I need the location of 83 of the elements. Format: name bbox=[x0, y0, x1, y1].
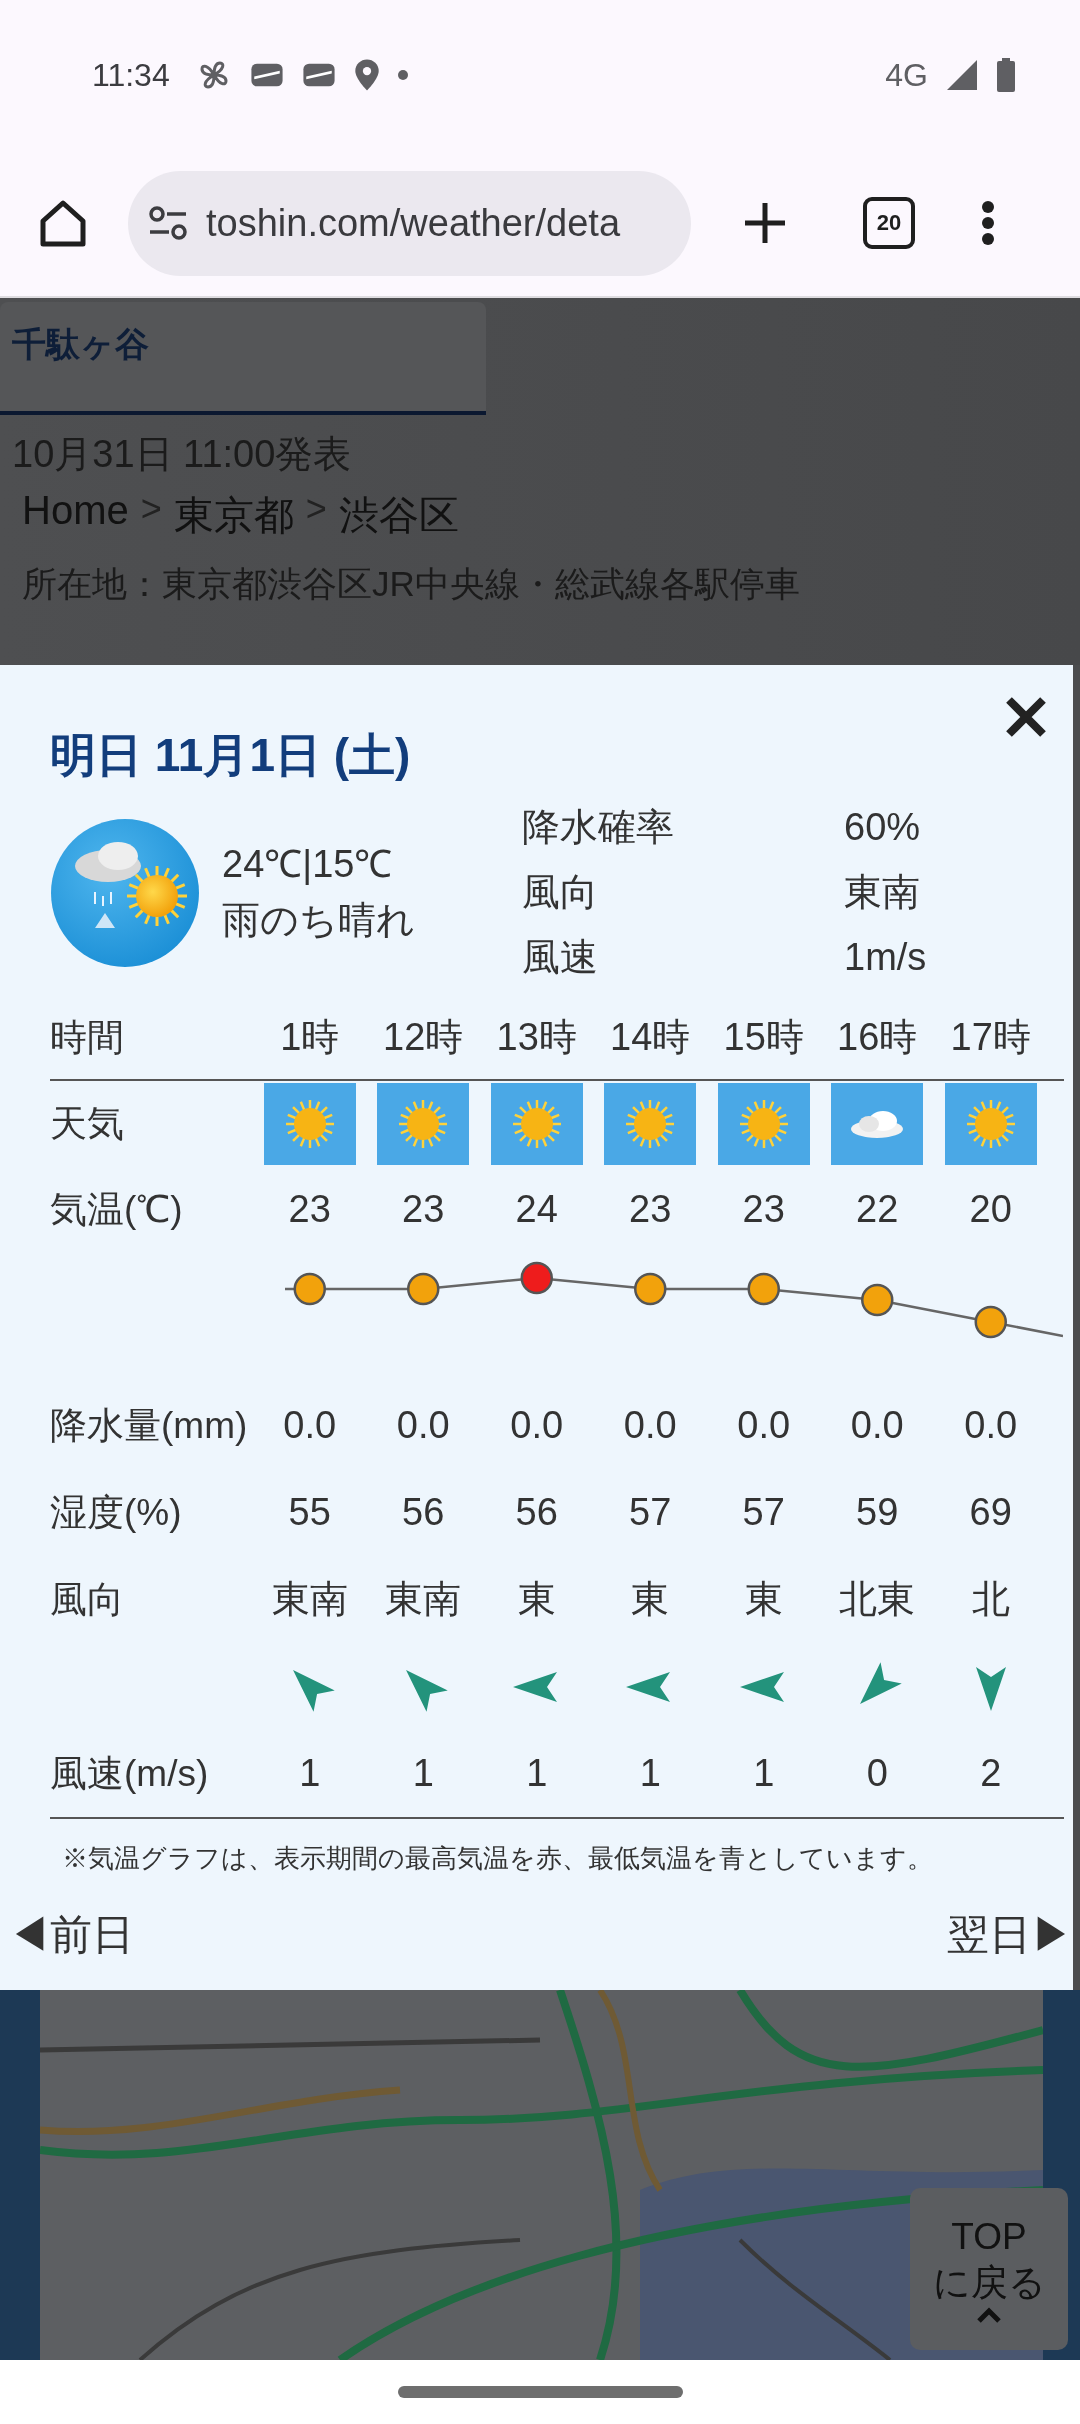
cloud-sun-rain-icon bbox=[50, 817, 200, 968]
humidity-cell-text: 69 bbox=[968, 1490, 1013, 1535]
breadcrumb-link[interactable]: 東京都 bbox=[173, 488, 294, 543]
hour-cell-text: 17時 bbox=[949, 1015, 1032, 1060]
detail-value: 60% bbox=[844, 805, 922, 850]
breadcrumb-separator: > bbox=[140, 488, 162, 531]
humidity-cell-text: 57 bbox=[741, 1490, 786, 1535]
wind-direction-cell-text: 北東 bbox=[838, 1577, 917, 1622]
weather-description: 雨のち晴れ bbox=[222, 897, 416, 943]
wind-speed-cell-text: 1 bbox=[525, 1751, 549, 1796]
row-label: 湿度(%) bbox=[50, 1490, 183, 1535]
wind-speed-cell-text: 0 bbox=[865, 1751, 889, 1796]
site-settings-icon[interactable] bbox=[148, 206, 188, 240]
menu-icon[interactable] bbox=[981, 200, 995, 246]
caret-up-icon bbox=[976, 2307, 1002, 2324]
precipitation-cell-text: 0.0 bbox=[963, 1403, 1019, 1448]
row-label: 風速(m/s) bbox=[50, 1751, 210, 1796]
network-type: 4G bbox=[885, 56, 928, 94]
wind-direction-cell-text: 東 bbox=[630, 1577, 671, 1622]
precipitation-cell-text: 0.0 bbox=[849, 1403, 905, 1448]
location-tab[interactable]: 千駄ヶ谷 bbox=[0, 302, 486, 415]
hour-cell-text: 15時 bbox=[722, 1015, 805, 1060]
new-tab-icon[interactable] bbox=[743, 201, 787, 245]
battery-icon bbox=[996, 58, 1016, 92]
detail-label: 風向 bbox=[522, 870, 599, 915]
close-icon[interactable] bbox=[1004, 695, 1048, 739]
detail-label: 風速 bbox=[522, 935, 599, 980]
humidity-cell-text: 59 bbox=[855, 1490, 900, 1535]
hour-cell-text: 16時 bbox=[836, 1015, 919, 1060]
temperature-cell-text: 23 bbox=[287, 1187, 332, 1232]
row-label: 気温(℃) bbox=[50, 1187, 184, 1232]
dot-icon bbox=[397, 70, 408, 80]
wind-speed-cell-text: 1 bbox=[411, 1751, 435, 1796]
breadcrumb-link[interactable]: 渋谷区 bbox=[338, 488, 459, 543]
previous-day-link[interactable]: ◀前日 bbox=[8, 1912, 134, 1959]
wind-direction-cell-text: 東南 bbox=[384, 1577, 463, 1622]
address-bar[interactable]: toshin.com/weather/deta bbox=[128, 170, 691, 276]
clock-time: 11:34 bbox=[92, 56, 170, 94]
hour-cell-text: 1時 bbox=[279, 1015, 341, 1060]
temperature-range: 24℃|15℃ bbox=[222, 842, 394, 888]
temperature-cell-text: 23 bbox=[741, 1187, 786, 1232]
wind-direction-cell-text: 東 bbox=[516, 1577, 557, 1622]
humidity-cell-text: 56 bbox=[514, 1490, 559, 1535]
row-label: 降水量(mm) bbox=[50, 1403, 249, 1448]
precipitation-cell-text: 0.0 bbox=[395, 1403, 451, 1448]
precipitation-cell-text: 0.0 bbox=[736, 1403, 792, 1448]
home-icon[interactable] bbox=[38, 199, 88, 247]
hour-cell-text: 12時 bbox=[382, 1015, 465, 1060]
row-label: 風向 bbox=[50, 1577, 125, 1622]
signal-icon bbox=[946, 59, 978, 91]
wind-direction-cell-text: 東 bbox=[743, 1577, 784, 1622]
temperature-cell-text: 20 bbox=[968, 1187, 1013, 1232]
wind-direction-cell-text: 北 bbox=[970, 1577, 1011, 1622]
hour-cell-text: 14時 bbox=[609, 1015, 692, 1060]
temperature-cell-text: 22 bbox=[855, 1187, 900, 1232]
humidity-cell-text: 57 bbox=[628, 1490, 673, 1535]
detail-label: 降水確率 bbox=[522, 805, 675, 850]
dialog-title: 明日 11月1日 (土) bbox=[50, 728, 412, 783]
location-icon bbox=[353, 58, 380, 92]
wind-speed-cell-text: 1 bbox=[752, 1751, 776, 1796]
temperature-cell-text: 23 bbox=[401, 1187, 446, 1232]
wind-speed-cell-text: 1 bbox=[298, 1751, 322, 1796]
temperature-cell-text: 24 bbox=[514, 1187, 559, 1232]
next-day-link[interactable]: 翌日▶ bbox=[947, 1912, 1073, 1959]
precipitation-cell-text: 0.0 bbox=[282, 1403, 338, 1448]
tab-count-button[interactable]: 20 bbox=[863, 197, 915, 249]
detail-value: 東南 bbox=[844, 870, 921, 915]
row-label: 時間 bbox=[50, 1015, 125, 1060]
breadcrumb-link[interactable]: Home bbox=[22, 488, 129, 543]
temperature-cell-text: 23 bbox=[628, 1187, 673, 1232]
wind-direction-cell-text: 東南 bbox=[270, 1577, 349, 1622]
humidity-cell-text: 55 bbox=[287, 1490, 332, 1535]
breadcrumb-separator: > bbox=[305, 488, 327, 531]
detail-value: 1m/s bbox=[844, 935, 928, 980]
hour-cell-text: 13時 bbox=[495, 1015, 578, 1060]
back-to-top-button[interactable]: TOP に戻る bbox=[910, 2188, 1068, 2350]
precipitation-cell-text: 0.0 bbox=[509, 1403, 565, 1448]
precipitation-cell-text: 0.0 bbox=[622, 1403, 678, 1448]
wind-speed-cell-text: 1 bbox=[638, 1751, 662, 1796]
wind-speed-cell-text: 2 bbox=[979, 1751, 1003, 1796]
row-label: 天気 bbox=[50, 1101, 125, 1146]
humidity-cell-text: 56 bbox=[401, 1490, 446, 1535]
footnote: ※気温グラフは、表示期間の最高気温を赤、最低気温を青としています。 bbox=[61, 1842, 934, 1875]
